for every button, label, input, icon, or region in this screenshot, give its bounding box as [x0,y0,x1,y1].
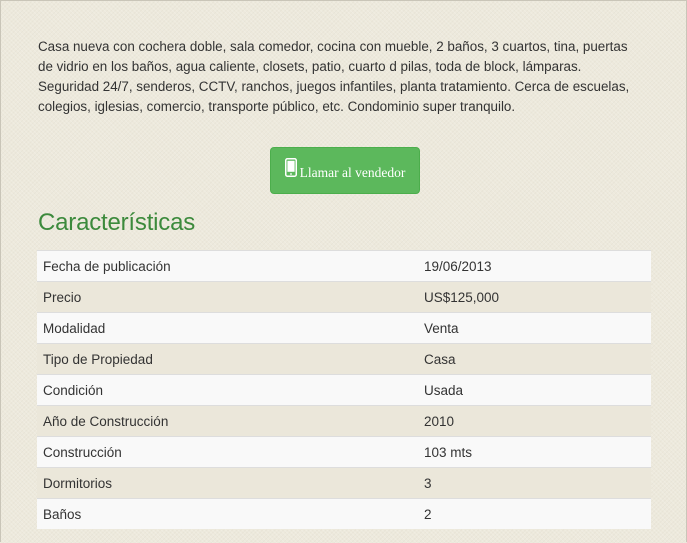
features-title: Características [38,209,196,236]
feature-value: 3 [418,467,651,499]
call-seller-button[interactable]: Llamar al vendedor [270,147,420,194]
table-row: Fecha de publicación 19/06/2013 [37,250,651,282]
feature-label: Modalidad [37,312,418,344]
feature-value: US$125,000 [418,281,651,313]
feature-label: Año de Construcción [37,405,418,437]
table-row: Dormitorios 3 [37,467,651,499]
features-table: Fecha de publicación 19/06/2013 Precio U… [37,250,651,529]
feature-label: Dormitorios [37,467,418,499]
feature-label: Condición [37,374,418,406]
feature-label: Fecha de publicación [37,250,418,282]
feature-label: Tipo de Propiedad [37,343,418,375]
table-row: Año de Construcción 2010 [37,405,651,437]
feature-value: Casa [418,343,651,375]
table-row: Construcción 103 mts [37,436,651,468]
feature-value: Usada [418,374,651,406]
table-row: Modalidad Venta [37,312,651,344]
feature-label: Baños [37,498,418,529]
mobile-phone-icon [284,158,297,177]
feature-value: 103 mts [418,436,651,468]
feature-value: 19/06/2013 [418,250,651,282]
feature-value: 2 [418,498,651,529]
listing-description: Casa nueva con cochera doble, sala comed… [38,39,630,114]
table-row: Condición Usada [37,374,651,406]
feature-value: Venta [418,312,651,344]
table-row: Precio US$125,000 [37,281,651,313]
feature-label: Precio [37,281,418,313]
feature-value: 2010 [418,405,651,437]
call-seller-label: Llamar al vendedor [299,164,406,180]
table-row: Baños 2 [37,498,651,529]
feature-label: Construcción [37,436,418,468]
table-row: Tipo de Propiedad Casa [37,343,651,375]
